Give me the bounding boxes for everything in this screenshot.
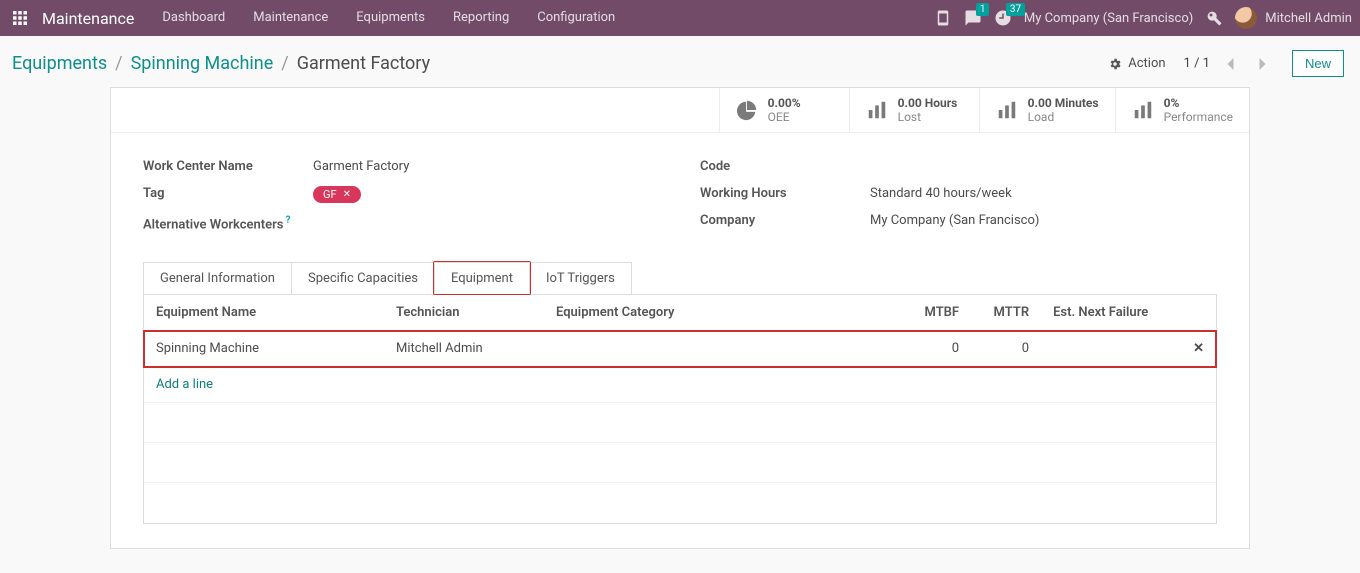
nav-item-configuration[interactable]: Configuration xyxy=(525,0,627,36)
stat-lost-value: 0.00 Hours xyxy=(898,96,958,110)
tag-chip[interactable]: GF ✕ xyxy=(313,186,361,203)
cell-category[interactable] xyxy=(544,331,871,367)
stat-load-value: 0.00 Minutes xyxy=(1028,96,1099,110)
add-line-label[interactable]: Add a line xyxy=(144,367,1216,403)
label-code: Code xyxy=(700,159,870,174)
label-work-center-name: Work Center Name xyxy=(143,159,313,174)
stat-oee-value: 0.00% xyxy=(768,96,801,110)
control-panel: Equipments / Spinning Machine / Garment … xyxy=(0,36,1360,87)
stat-load-label: Load xyxy=(1028,110,1099,124)
pager-next-button[interactable] xyxy=(1252,51,1274,77)
nav-item-equipments[interactable]: Equipments xyxy=(344,0,437,36)
chevron-right-icon xyxy=(1258,58,1267,70)
empty-row xyxy=(144,483,1216,523)
notebook-page-equipment: Equipment Name Technician Equipment Cate… xyxy=(143,294,1217,524)
stat-lost-label: Lost xyxy=(898,110,958,124)
messages-button[interactable]: 1 xyxy=(964,9,982,27)
label-alt-workcenters: Alternative Workcenters? xyxy=(143,215,313,232)
table-row[interactable]: Spinning Machine Mitchell Admin 0 0 ✕ xyxy=(144,331,1216,367)
debug-wrench-icon[interactable] xyxy=(1205,9,1223,27)
col-equipment-name[interactable]: Equipment Name xyxy=(144,295,384,331)
label-company: Company xyxy=(700,213,870,228)
action-menu-label: Action xyxy=(1128,56,1165,71)
app-name: Maintenance xyxy=(42,9,134,28)
form-left-column: Work Center Name Garment Factory Tag GF … xyxy=(143,159,660,244)
systray: 1 37 My Company (San Francisco) Mitchell… xyxy=(934,7,1352,29)
stat-oee-label: OEE xyxy=(768,110,801,124)
form-sheet: 0.00%OEE 0.00 HoursLost 0.00 MinutesLoad… xyxy=(110,87,1250,549)
nav-item-maintenance[interactable]: Maintenance xyxy=(241,0,340,36)
new-record-button[interactable]: New xyxy=(1292,50,1344,77)
activities-button[interactable]: 37 xyxy=(994,9,1012,27)
pager-prev-button[interactable] xyxy=(1220,51,1242,77)
stat-performance[interactable]: 0%Performance xyxy=(1115,88,1249,132)
breadcrumb-separator: / xyxy=(115,53,122,74)
breadcrumb-current: Garment Factory xyxy=(297,53,430,74)
user-name: Mitchell Admin xyxy=(1265,11,1352,26)
stat-lost[interactable]: 0.00 HoursLost xyxy=(849,88,979,132)
messages-count-badge: 1 xyxy=(976,3,990,16)
tag-remove-icon[interactable]: ✕ xyxy=(343,190,351,200)
help-icon[interactable]: ? xyxy=(286,215,291,226)
activities-count-badge: 37 xyxy=(1006,3,1025,16)
phone-icon[interactable] xyxy=(934,9,952,27)
value-work-center-name[interactable]: Garment Factory xyxy=(313,159,409,174)
top-nav: Maintenance Dashboard Maintenance Equipm… xyxy=(0,0,1360,36)
tag-text: GF xyxy=(323,188,337,201)
col-category[interactable]: Equipment Category xyxy=(544,295,871,331)
bar-chart-icon xyxy=(1132,99,1154,121)
main-menu: Dashboard Maintenance Equipments Reporti… xyxy=(150,0,627,36)
tab-iot-triggers[interactable]: IoT Triggers xyxy=(529,262,632,294)
chevron-left-icon xyxy=(1226,58,1235,70)
control-right: Action 1 / 1 New xyxy=(1108,50,1344,77)
cell-technician[interactable]: Mitchell Admin xyxy=(384,331,544,367)
value-company[interactable]: My Company (San Francisco) xyxy=(870,213,1039,228)
nav-item-reporting[interactable]: Reporting xyxy=(441,0,521,36)
col-technician[interactable]: Technician xyxy=(384,295,544,331)
bar-chart-icon xyxy=(866,99,888,121)
apps-grid-icon xyxy=(13,11,27,25)
tab-general-information[interactable]: General Information xyxy=(143,262,292,294)
pie-chart-icon xyxy=(736,99,758,121)
delete-row-button[interactable]: ✕ xyxy=(1181,331,1216,367)
avatar xyxy=(1235,7,1257,29)
nav-item-dashboard[interactable]: Dashboard xyxy=(150,0,237,36)
pager: 1 / 1 xyxy=(1184,51,1274,77)
notebook-tabs: General Information Specific Capacities … xyxy=(111,262,1249,294)
tab-specific-capacities[interactable]: Specific Capacities xyxy=(291,262,435,294)
breadcrumb-root[interactable]: Equipments xyxy=(12,53,107,74)
equipment-table: Equipment Name Technician Equipment Cate… xyxy=(144,295,1216,523)
bar-chart-icon xyxy=(996,99,1018,121)
apps-launcher-button[interactable] xyxy=(8,6,32,30)
col-next-failure[interactable]: Est. Next Failure xyxy=(1041,295,1181,331)
form-right-column: Code Working Hours Standard 40 hours/wee… xyxy=(700,159,1217,244)
cell-next-failure[interactable] xyxy=(1041,331,1181,367)
gear-icon xyxy=(1108,57,1122,71)
cell-equipment-name[interactable]: Spinning Machine xyxy=(144,331,384,367)
stat-perf-value: 0% xyxy=(1164,96,1233,110)
form-fields: Work Center Name Garment Factory Tag GF … xyxy=(111,133,1249,262)
stat-buttons-row: 0.00%OEE 0.00 HoursLost 0.00 MinutesLoad… xyxy=(111,88,1249,133)
empty-row xyxy=(144,443,1216,483)
label-working-hours: Working Hours xyxy=(700,186,870,201)
stat-load[interactable]: 0.00 MinutesLoad xyxy=(979,88,1115,132)
user-menu[interactable]: Mitchell Admin xyxy=(1235,7,1352,29)
col-mttr[interactable]: MTTR xyxy=(971,295,1041,331)
col-mtbf[interactable]: MTBF xyxy=(871,295,971,331)
empty-row xyxy=(144,403,1216,443)
stat-perf-label: Performance xyxy=(1164,110,1233,124)
company-switcher[interactable]: My Company (San Francisco) xyxy=(1024,11,1193,26)
value-working-hours[interactable]: Standard 40 hours/week xyxy=(870,186,1012,201)
cell-mtbf[interactable]: 0 xyxy=(871,331,971,367)
breadcrumb-mid[interactable]: Spinning Machine xyxy=(131,53,274,74)
breadcrumb-separator: / xyxy=(281,53,288,74)
cell-mttr[interactable]: 0 xyxy=(971,331,1041,367)
stat-oee[interactable]: 0.00%OEE xyxy=(719,88,849,132)
tab-equipment[interactable]: Equipment xyxy=(434,262,530,294)
breadcrumb: Equipments / Spinning Machine / Garment … xyxy=(12,53,430,74)
action-menu-button[interactable]: Action xyxy=(1108,56,1165,71)
pager-text: 1 / 1 xyxy=(1184,56,1210,71)
label-tag: Tag xyxy=(143,186,313,203)
add-line-row[interactable]: Add a line xyxy=(144,367,1216,403)
